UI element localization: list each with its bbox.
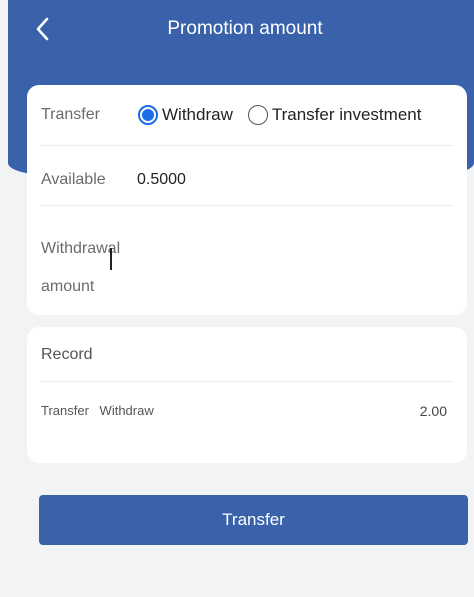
withdrawal-amount-row: Withdrawal amount (40, 206, 454, 315)
withdrawal-amount-input[interactable] (137, 248, 437, 274)
radio-checked-icon[interactable] (138, 105, 158, 125)
transfer-type-label: Transfer (41, 106, 100, 123)
withdrawal-amount-label: Withdrawal amount (41, 240, 121, 295)
transfer-button[interactable]: Transfer (39, 495, 468, 545)
radio-withdraw[interactable]: Withdraw (138, 105, 233, 125)
record-status: Withdraw (99, 403, 154, 418)
available-value: 0.5000 (137, 171, 186, 188)
radio-unchecked-icon[interactable] (247, 105, 268, 125)
transfer-card: Transfer Withdraw Transfer investment Av… (27, 85, 467, 315)
record-amount: 2.00 (419, 403, 447, 419)
available-label: Available (41, 171, 106, 188)
text-cursor (110, 248, 112, 270)
record-type: Transfer (41, 403, 89, 418)
page-title: Promotion amount (167, 18, 323, 39)
available-row: Available 0.5000 (40, 145, 454, 206)
record-title: Record (41, 346, 93, 363)
record-card: Record Transfer Withdraw 2.00 (27, 327, 467, 463)
transfer-type-row: Transfer Withdraw Transfer investment (40, 85, 454, 146)
record-row: Transfer Withdraw 2.00 (41, 403, 447, 419)
radio-transfer-investment-label[interactable]: Transfer investment (272, 105, 422, 125)
radio-transfer-investment[interactable]: Transfer investment (247, 105, 422, 125)
radio-withdraw-label[interactable]: Withdraw (162, 105, 233, 125)
record-divider (40, 381, 454, 382)
transfer-type-radio-group: Withdraw Transfer investment (138, 105, 421, 125)
